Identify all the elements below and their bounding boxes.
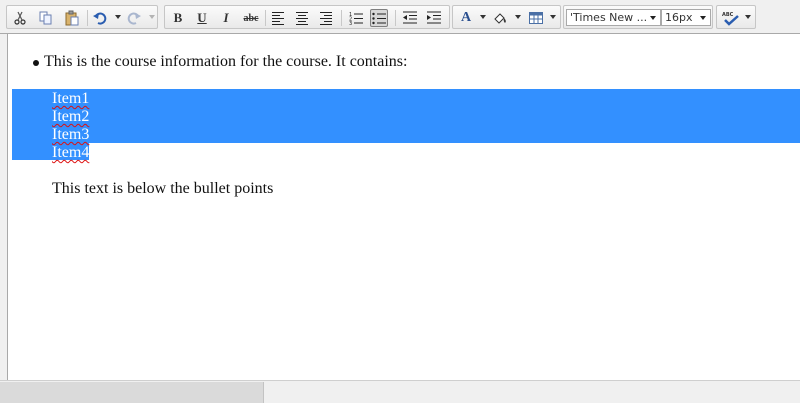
bold-button[interactable]: B bbox=[169, 9, 187, 27]
editor-left-frame bbox=[0, 34, 7, 380]
horizontal-scrollbar[interactable] bbox=[0, 380, 800, 403]
table-icon[interactable] bbox=[527, 9, 545, 27]
paragraph-text: This text is below the bullet points bbox=[52, 180, 274, 197]
font-size-value: 16px bbox=[665, 11, 693, 24]
unordered-list-icon[interactable] bbox=[370, 9, 388, 27]
scissors-icon[interactable] bbox=[11, 9, 29, 27]
font-color-dropdown-caret[interactable] bbox=[480, 15, 486, 19]
font-group: 'Times New ... 16px bbox=[563, 5, 713, 29]
align-left-icon[interactable] bbox=[269, 9, 287, 27]
ordered-list-icon[interactable]: 123 bbox=[347, 9, 365, 27]
list-item: Item3 bbox=[52, 126, 90, 143]
svg-text:3: 3 bbox=[349, 21, 352, 25]
chevron-down-icon bbox=[700, 16, 706, 20]
editor-toolbar: B U I abc 123 A 'Times New ... 16px ABC bbox=[0, 0, 800, 34]
scrollbar-thumb[interactable] bbox=[0, 382, 264, 403]
separator bbox=[265, 10, 266, 26]
align-right-icon[interactable] bbox=[317, 9, 335, 27]
chevron-down-icon bbox=[650, 16, 656, 20]
font-color-icon[interactable]: A bbox=[457, 9, 475, 27]
font-family-value: 'Times New ... bbox=[570, 11, 648, 24]
table-dropdown-caret[interactable] bbox=[550, 15, 556, 19]
highlight-dropdown-caret[interactable] bbox=[515, 15, 521, 19]
color-table-group: A bbox=[452, 5, 561, 29]
spellcheck-group: ABC bbox=[716, 5, 756, 29]
indent-icon[interactable] bbox=[425, 9, 443, 27]
spellcheck-dropdown-caret[interactable] bbox=[745, 15, 751, 19]
copy-icon[interactable] bbox=[37, 9, 55, 27]
clipboard-group bbox=[6, 5, 158, 29]
font-family-select[interactable]: 'Times New ... bbox=[566, 9, 661, 26]
list-item: Item1 bbox=[52, 90, 90, 107]
redo-dropdown-caret[interactable] bbox=[149, 15, 155, 19]
paste-icon[interactable] bbox=[63, 9, 81, 27]
highlight-icon[interactable] bbox=[491, 9, 509, 27]
redo-icon[interactable] bbox=[125, 9, 143, 27]
bullet-text: This is the course information for the c… bbox=[44, 53, 408, 70]
align-center-icon[interactable] bbox=[293, 9, 311, 27]
list-item: Item4 bbox=[52, 144, 90, 161]
strikethrough-button[interactable]: abc bbox=[241, 9, 261, 27]
undo-dropdown-caret[interactable] bbox=[115, 15, 121, 19]
underline-button[interactable]: U bbox=[193, 9, 211, 27]
separator bbox=[395, 10, 396, 26]
spellcheck-icon[interactable]: ABC bbox=[721, 9, 741, 27]
bullet-marker bbox=[33, 60, 39, 66]
formatting-group: B U I abc 123 bbox=[164, 5, 450, 29]
text-selection-highlight bbox=[12, 89, 800, 143]
italic-button[interactable]: I bbox=[217, 9, 235, 27]
undo-icon[interactable] bbox=[91, 9, 109, 27]
list-item: Item2 bbox=[52, 108, 90, 125]
outdent-icon[interactable] bbox=[401, 9, 419, 27]
spellcheck-label: ABC bbox=[722, 12, 734, 18]
separator bbox=[341, 10, 342, 26]
font-color-label: A bbox=[460, 10, 472, 25]
separator bbox=[87, 10, 88, 26]
font-size-select[interactable]: 16px bbox=[661, 9, 711, 26]
editor-content-area[interactable]: This is the course information for the c… bbox=[7, 34, 800, 380]
